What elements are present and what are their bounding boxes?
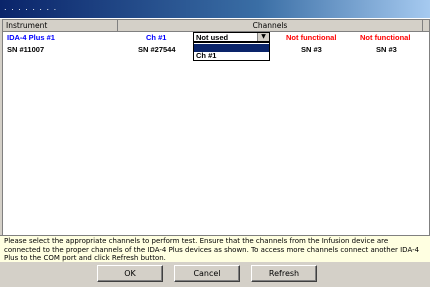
channel-4-status: Not functional <box>360 33 411 42</box>
cancel-button[interactable]: Cancel <box>174 265 240 282</box>
instrument-name: IDA-4 Plus #1 <box>7 33 55 42</box>
channel-3-status: Not functional <box>286 33 337 42</box>
instrument-serial: SN #11007 <box>7 45 45 54</box>
column-header-channels[interactable]: Channels <box>118 20 423 32</box>
ok-button[interactable]: OK <box>97 265 163 282</box>
channel-2-select[interactable]: Not used ▼ <box>193 32 270 42</box>
column-header-instrument[interactable]: Instrument <box>3 20 118 32</box>
dropdown-option-ch1[interactable]: Ch #1 <box>194 52 269 60</box>
channel-4-serial: SN #3 <box>376 45 397 54</box>
channel-1-serial: SN #27544 <box>138 45 176 54</box>
channel-table: Instrument Channels IDA-4 Plus #1 Ch #1 … <box>2 19 430 236</box>
channel-1-label: Ch #1 <box>146 33 167 42</box>
window-title: . . . . . . . . <box>4 3 58 12</box>
title-bar: . . . . . . . . <box>0 0 430 19</box>
channel-2-select-value: Not used <box>196 33 229 42</box>
channel-3-serial: SN #3 <box>301 45 322 54</box>
refresh-button[interactable]: Refresh <box>251 265 317 282</box>
column-header-filler <box>423 20 429 32</box>
channel-2-dropdown-list[interactable]: Ch #1 <box>193 42 270 61</box>
instructions-text: Please select the appropriate channels t… <box>0 235 430 262</box>
chevron-down-icon[interactable]: ▼ <box>257 33 269 41</box>
